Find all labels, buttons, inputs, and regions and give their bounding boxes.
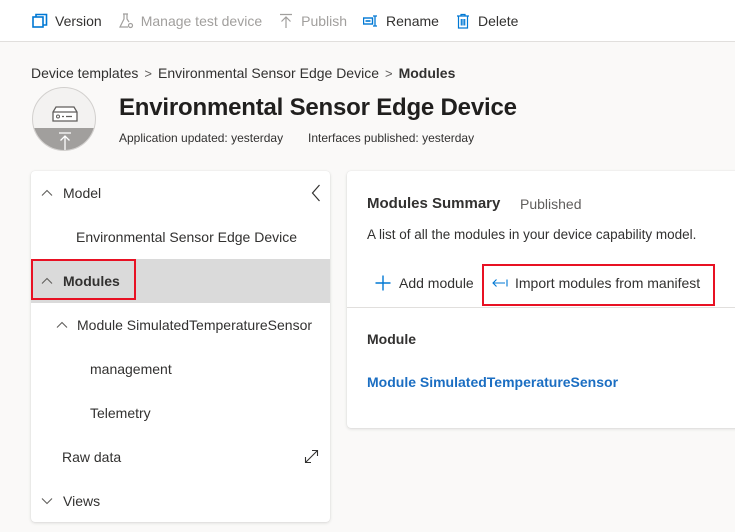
sidebar-item-telemetry[interactable]: Telemetry bbox=[31, 391, 330, 435]
rename-icon bbox=[363, 13, 379, 29]
rename-button[interactable]: Rename bbox=[363, 13, 439, 29]
publish-button[interactable]: Publish bbox=[278, 13, 347, 29]
card-description: A list of all the modules in your device… bbox=[367, 227, 697, 242]
delete-button[interactable]: Delete bbox=[455, 13, 518, 29]
app-updated-text: Application updated: yesterday bbox=[119, 131, 284, 145]
sidebar-item-label: Module SimulatedTemperatureSensor bbox=[77, 317, 313, 333]
sidebar-item-label: Views bbox=[63, 493, 101, 509]
device-avatar bbox=[32, 87, 96, 151]
breadcrumb-separator: > bbox=[144, 65, 152, 81]
sidebar-item-label: management bbox=[90, 361, 172, 377]
delete-label: Delete bbox=[477, 12, 519, 29]
manage-test-device-label: Manage test device bbox=[140, 12, 263, 29]
collapse-panel-icon[interactable] bbox=[311, 184, 321, 205]
breadcrumb-separator: > bbox=[385, 65, 393, 81]
command-bar: Version Manage test device Publish Renam… bbox=[0, 0, 735, 42]
rename-label: Rename bbox=[386, 12, 439, 29]
import-modules-button[interactable]: Import modules from manifest bbox=[492, 275, 700, 291]
page-title: Environmental Sensor Edge Device bbox=[119, 94, 517, 121]
add-module-button[interactable]: Add module bbox=[375, 275, 474, 291]
version-icon bbox=[32, 13, 48, 29]
import-arrow-icon bbox=[492, 278, 508, 288]
import-modules-label: Import modules from manifest bbox=[515, 275, 701, 291]
interfaces-published-text: Interfaces published: yesterday bbox=[308, 131, 475, 145]
breadcrumb-device-templates[interactable]: Device templates bbox=[31, 65, 138, 81]
sidebar-item-label: Raw data bbox=[62, 449, 122, 465]
add-module-label: Add module bbox=[399, 275, 474, 291]
version-button[interactable]: Version bbox=[32, 13, 102, 29]
sidebar-item-model[interactable]: Model bbox=[31, 171, 330, 215]
model-navigation-panel: Model Environmental Sensor Edge Device M… bbox=[31, 171, 330, 522]
manage-test-device-button[interactable]: Manage test device bbox=[118, 13, 262, 29]
trash-icon bbox=[455, 13, 471, 29]
breadcrumb-device[interactable]: Environmental Sensor Edge Device bbox=[158, 65, 379, 81]
sidebar-item-label: Model bbox=[63, 185, 102, 201]
plus-icon bbox=[375, 275, 391, 291]
publish-icon bbox=[278, 13, 294, 29]
avatar-upload-area[interactable] bbox=[33, 128, 95, 150]
sidebar-item-label: Modules bbox=[63, 273, 120, 289]
chevron-up-icon bbox=[40, 186, 54, 200]
breadcrumb: Device templates > Environmental Sensor … bbox=[31, 65, 455, 81]
sidebar-item-environmental-sensor-edge-device[interactable]: Environmental Sensor Edge Device bbox=[31, 215, 330, 259]
flask-icon bbox=[118, 12, 134, 29]
sidebar-item-module-simulatedtemperaturesensor[interactable]: Module SimulatedTemperatureSensor bbox=[31, 303, 330, 347]
sidebar-item-label: Telemetry bbox=[90, 405, 151, 421]
card-divider bbox=[347, 307, 735, 308]
chevron-up-icon bbox=[55, 318, 69, 332]
upload-icon bbox=[59, 132, 71, 150]
publish-label: Publish bbox=[301, 12, 348, 29]
breadcrumb-current: Modules bbox=[398, 65, 456, 81]
published-status: Published bbox=[520, 196, 582, 212]
sidebar-item-raw-data[interactable]: Raw data bbox=[31, 435, 330, 479]
expand-icon[interactable] bbox=[304, 449, 319, 467]
sidebar-item-modules[interactable]: Modules bbox=[31, 259, 330, 303]
card-title: Modules Summary bbox=[367, 195, 501, 212]
device-icon bbox=[52, 106, 78, 122]
sidebar-item-views[interactable]: Views bbox=[31, 479, 330, 523]
version-label: Version bbox=[55, 12, 102, 29]
chevron-up-icon bbox=[40, 274, 54, 288]
chevron-down-icon bbox=[40, 494, 54, 508]
sidebar-item-management[interactable]: management bbox=[31, 347, 330, 391]
module-column-header: Module bbox=[367, 331, 416, 347]
sidebar-item-label: Environmental Sensor Edge Device bbox=[76, 229, 298, 245]
module-link[interactable]: Module SimulatedTemperatureSensor bbox=[367, 374, 618, 390]
modules-summary-card: Modules Summary Published A list of all … bbox=[347, 171, 735, 428]
